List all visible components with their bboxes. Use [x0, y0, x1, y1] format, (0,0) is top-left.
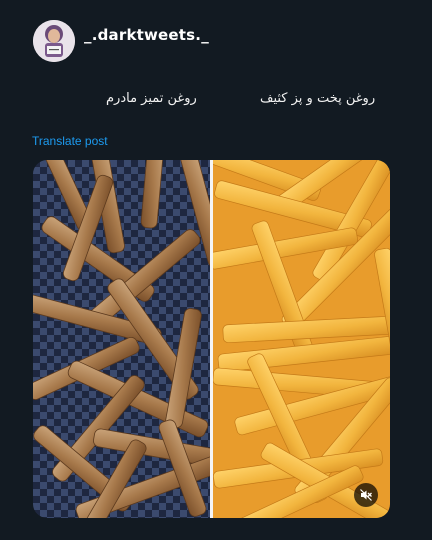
username[interactable]: _.darktweets._ — [84, 26, 209, 44]
speaker-muted-icon — [360, 489, 372, 501]
caption-left: روغن تمیز مادرم — [106, 91, 197, 106]
tweet-screenshot: _.darktweets._ روغن تمیز مادرم روغن پخت … — [0, 0, 432, 540]
mute-button[interactable] — [354, 483, 378, 507]
avatar[interactable] — [33, 20, 75, 62]
right-fries-image — [213, 160, 390, 518]
left-fries-image — [33, 160, 210, 518]
caption-right: روغن پخت و پز کثیف — [260, 91, 376, 106]
translate-post-link[interactable]: Translate post — [32, 134, 108, 148]
avatar-image — [33, 20, 75, 62]
post-media[interactable] — [33, 160, 390, 518]
